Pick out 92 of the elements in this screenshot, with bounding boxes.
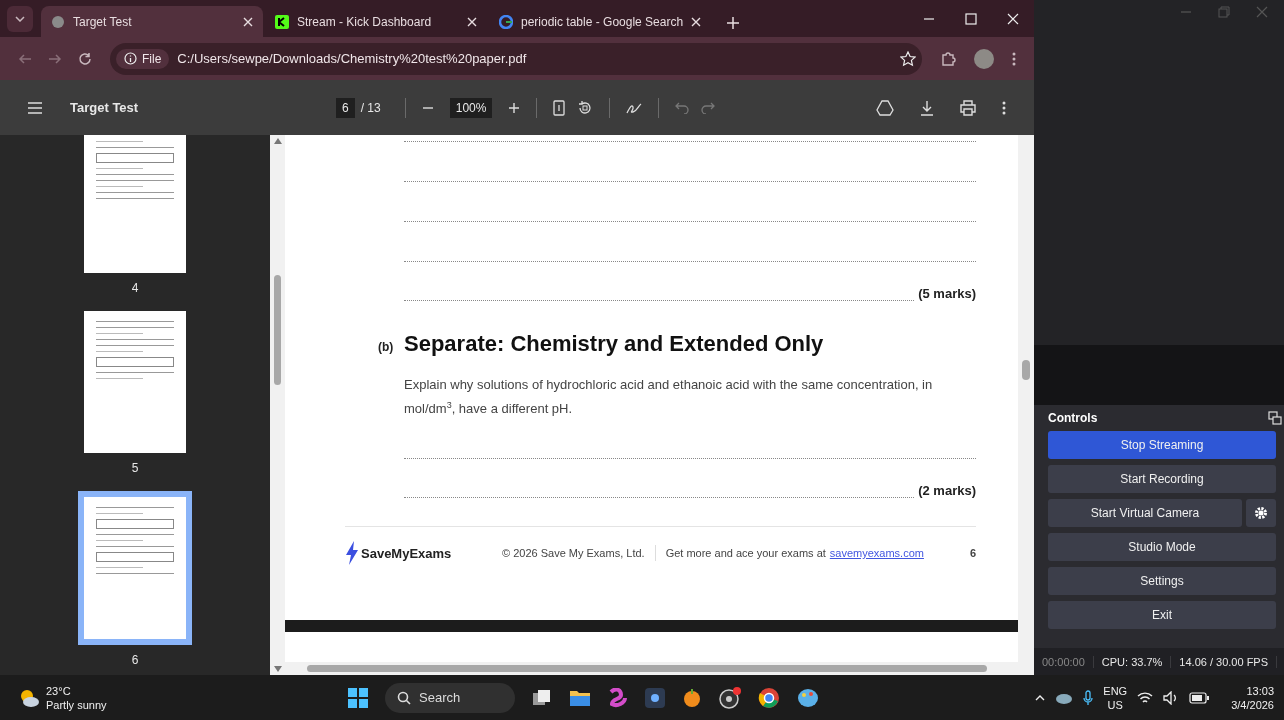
app-icon[interactable]	[645, 687, 665, 708]
browser-tab[interactable]: Stream - Kick Dashboard	[265, 6, 487, 37]
page-number-field[interactable]: 6	[336, 97, 355, 118]
control-button[interactable]: Start Recording	[1048, 465, 1276, 493]
caret-icon	[15, 16, 25, 22]
temperature: 23°C	[46, 683, 72, 698]
fps-reading: 14.06 / 30.00 FPS	[1171, 655, 1278, 668]
document-title: Target Test	[70, 100, 140, 115]
region-indicator[interactable]: US	[1107, 697, 1123, 712]
control-button[interactable]: Start Virtual Camera	[1048, 499, 1242, 527]
k-logo-icon	[275, 14, 289, 29]
marks-label: (2 marks)	[918, 483, 976, 499]
reload-icon[interactable]	[78, 51, 92, 66]
weather-condition: Partly sunny	[46, 697, 107, 712]
settings-button[interactable]	[1246, 499, 1276, 527]
control-button[interactable]: Studio Mode	[1048, 533, 1276, 561]
marks-label: (5 marks)	[918, 286, 976, 301]
search-field[interactable]: Search	[385, 682, 515, 713]
wifi-icon[interactable]	[1137, 691, 1154, 704]
zoom-in-icon[interactable]	[508, 101, 521, 114]
scrollbar[interactable]	[270, 135, 285, 675]
scrollbar-thumb[interactable]	[274, 275, 281, 385]
rotate-icon[interactable]	[577, 99, 594, 116]
back-icon[interactable]	[18, 51, 32, 66]
undo-icon[interactable]	[675, 101, 690, 114]
page-total: / 13	[360, 100, 381, 115]
maximize-icon[interactable]	[964, 11, 978, 26]
thumbnail-label: 4	[131, 281, 139, 295]
thumbnail-label: 6	[131, 653, 139, 667]
part-label: (b)	[378, 340, 394, 354]
question-text: Explain why solutions of hydrochloric acid and ethanoic acid with the same concentration, in mol/dm$^{3}$, have a different pH.	[404, 376, 934, 419]
print-icon[interactable]	[960, 99, 976, 116]
swirl-app-icon[interactable]	[608, 687, 628, 708]
sun-cloud-icon[interactable]	[18, 687, 40, 708]
address-bar[interactable]: File C:/Users/sewpe/Downloads/Chemistry%20test%20paper.pdf	[110, 42, 922, 75]
battery-icon[interactable]	[1189, 691, 1210, 704]
task-view-icon[interactable]	[532, 688, 552, 707]
scroll-down-icon[interactable]	[273, 666, 282, 672]
control-button[interactable]: Exit	[1048, 601, 1276, 629]
scrollbar-thumb[interactable]	[307, 665, 987, 672]
folder-icon[interactable]	[569, 688, 591, 707]
forward-icon[interactable]	[48, 51, 62, 66]
url-text: C:/Users/sewpe/Downloads/Chemistry%20test%20paper.pdf	[177, 51, 528, 66]
control-button[interactable]: Settings	[1048, 567, 1276, 595]
website-link[interactable]: savemyexams.com	[829, 547, 924, 560]
more-icon[interactable]	[1012, 50, 1016, 67]
star-icon[interactable]	[900, 50, 916, 67]
brand-name: SaveMyExams	[361, 545, 452, 561]
start-icon[interactable]	[348, 687, 368, 708]
dock-title: Controls	[1048, 411, 1098, 425]
scroll-up-icon[interactable]	[273, 138, 282, 144]
tab-search-button[interactable]	[7, 6, 33, 32]
download-icon[interactable]	[920, 99, 934, 116]
more-icon[interactable]	[1002, 99, 1006, 116]
page-number: 6	[969, 547, 976, 560]
puzzle-icon[interactable]	[940, 50, 956, 67]
settings-icon	[1254, 506, 1268, 520]
cpu-usage: CPU: 33.7%	[1093, 655, 1172, 668]
clock-date[interactable]: 3/4/2026	[1231, 697, 1274, 712]
copyright-text: © 2026 Save My Exams, Ltd.	[502, 547, 645, 560]
broadcast-app-icon[interactable]	[719, 686, 741, 709]
info-icon	[124, 52, 137, 65]
fit-page-icon[interactable]	[553, 99, 566, 116]
clock-time[interactable]: 13:03	[1246, 683, 1274, 698]
microphone-icon[interactable]	[1083, 689, 1094, 706]
promo-text: Get more and ace your exams at	[665, 547, 826, 560]
browser-app-icon[interactable]	[758, 686, 780, 709]
thumbnail-label: 5	[131, 461, 139, 475]
horizontal-scrollbar[interactable]	[285, 662, 1034, 675]
page-thumbnail[interactable]	[84, 135, 186, 273]
redo-icon[interactable]	[701, 101, 716, 114]
language-indicator[interactable]: ENG	[1103, 683, 1128, 698]
profile-avatar[interactable]	[974, 48, 994, 69]
browser-tab[interactable]: periodic table - Google Search	[489, 6, 711, 37]
stream-timer: 00:00:00	[1034, 655, 1094, 668]
menu-icon[interactable]	[28, 101, 42, 114]
g-logo-icon	[499, 14, 513, 29]
section-heading: Separate: Chemistry and Extended Only	[404, 331, 824, 357]
scrollbar[interactable]	[1018, 135, 1034, 662]
fruit-app-icon[interactable]	[682, 687, 702, 708]
page-thumbnail[interactable]	[78, 491, 192, 645]
palette-app-icon[interactable]	[797, 687, 819, 708]
chevron-up-icon[interactable]	[1035, 694, 1046, 701]
new-tab-icon[interactable]	[727, 17, 739, 29]
bolt-icon	[345, 541, 359, 566]
browser-tab[interactable]: Target Test	[41, 6, 263, 37]
scrollbar-thumb[interactable]	[1022, 360, 1030, 380]
undock-icon[interactable]	[1268, 411, 1282, 425]
search-icon	[397, 690, 411, 705]
zoom-field[interactable]: 100%	[449, 97, 493, 118]
control-button[interactable]: Stop Streaming	[1048, 431, 1276, 459]
page-thumbnail[interactable]	[84, 311, 186, 453]
